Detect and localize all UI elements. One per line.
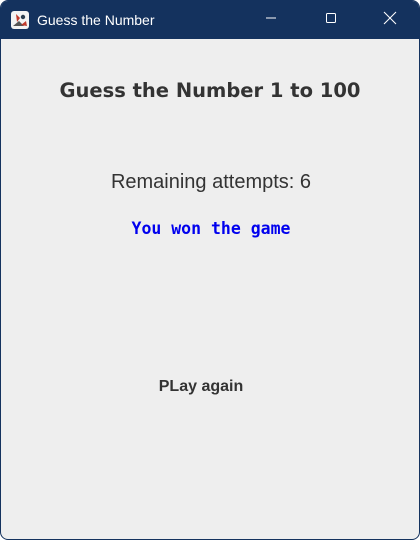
title-bar[interactable]: Guess the Number — [1, 1, 419, 39]
app-window: Guess the Number Guess the Number 1 to 1… — [0, 0, 420, 540]
game-heading: Guess the Number 1 to 100 — [59, 79, 361, 102]
result-message: You won the game — [131, 219, 291, 238]
play-again-button[interactable]: PLay again — [141, 372, 261, 402]
minimize-icon — [265, 11, 277, 29]
maximize-button[interactable] — [308, 1, 354, 39]
remaining-attempts-label: Remaining attempts: 6 — [110, 171, 312, 193]
close-button[interactable] — [367, 1, 413, 39]
game-panel: Guess the Number 1 to 100 Remaining atte… — [1, 39, 419, 539]
maximize-icon — [325, 11, 337, 29]
window-title: Guess the Number — [37, 12, 155, 28]
close-icon — [383, 11, 397, 30]
java-app-icon — [10, 10, 30, 30]
minimize-button[interactable] — [248, 1, 294, 39]
